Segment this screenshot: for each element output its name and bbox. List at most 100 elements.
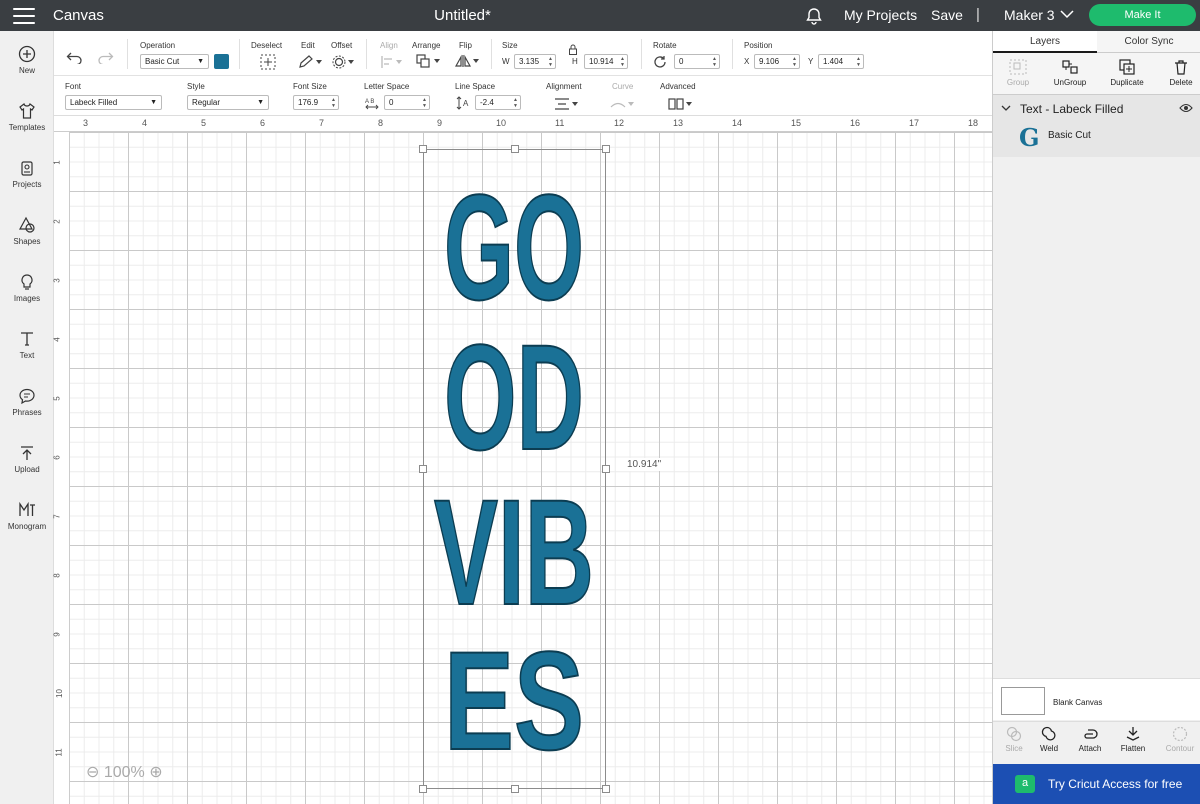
tab-color-sync[interactable]: Color Sync [1097, 31, 1200, 53]
undo-icon[interactable] [66, 50, 84, 64]
curve-icon[interactable] [610, 97, 636, 111]
offset-icon[interactable] [332, 55, 356, 69]
align-center-icon[interactable] [554, 97, 580, 111]
document-title[interactable]: Untitled* [0, 7, 925, 24]
height-field[interactable]: 10.914 ▲ ▼ [584, 54, 628, 69]
width-field[interactable]: 3.135 ▲ ▼ [514, 54, 556, 69]
size-label: Size [502, 41, 518, 50]
chevron-down-icon[interactable] [1060, 9, 1074, 19]
ruler-tick-label: 15 [791, 118, 802, 128]
resize-handle-bottom-left[interactable] [419, 785, 427, 793]
letter-space-field[interactable]: 0 ▲ ▼ [384, 95, 430, 110]
advanced-icon[interactable] [668, 97, 694, 111]
operation-select[interactable]: Basic Cut ▼ [140, 54, 209, 69]
cricut-access-banner[interactable]: a Try Cricut Access for free [993, 764, 1200, 804]
eye-icon[interactable] [1179, 103, 1193, 113]
operation-color-swatch[interactable] [214, 54, 229, 69]
sidebar-item-templates[interactable]: Templates [0, 102, 54, 132]
position-y-field[interactable]: 1.404 ▲ ▼ [818, 54, 864, 69]
flatten-label: Flatten [1120, 744, 1146, 753]
duplicate-label: Duplicate [1110, 78, 1144, 87]
font-select[interactable]: Labeck Filled ▼ [65, 95, 162, 110]
stepper-icon[interactable]: ▲ ▼ [513, 97, 518, 109]
ungroup-button[interactable]: UnGroup [1045, 59, 1095, 87]
stepper-icon[interactable]: ▲ ▼ [422, 97, 427, 109]
sidebar-item-phrases[interactable]: Phrases [0, 387, 54, 417]
deselect-icon[interactable] [260, 54, 276, 70]
resize-handle-top-right[interactable] [602, 145, 610, 153]
make-it-button[interactable]: Make It [1089, 4, 1196, 26]
lock-icon[interactable] [568, 44, 578, 55]
flip-icon[interactable] [455, 54, 481, 68]
sidebar-item-text[interactable]: Text [0, 330, 54, 360]
ruler-tick-label: 16 [850, 118, 861, 128]
letter-space-value: 0 [389, 98, 394, 107]
save-button[interactable]: Save [931, 7, 963, 23]
stepper-icon[interactable]: ▲ ▼ [548, 56, 553, 68]
sidebar-item-images[interactable]: Images [0, 273, 54, 303]
line-space-field[interactable]: -2.4 ▲ ▼ [475, 95, 521, 110]
stepper-icon[interactable]: ▲ ▼ [792, 56, 797, 68]
font-size-field[interactable]: 176.9 ▲ ▼ [293, 95, 339, 110]
contour-button[interactable]: Contour [1159, 726, 1200, 753]
blank-canvas-layer[interactable]: Blank Canvas [993, 678, 1200, 720]
edit-pen-icon[interactable] [298, 55, 322, 69]
sidebar-item-monogram[interactable]: Monogram [0, 501, 54, 531]
group-button[interactable]: Group [993, 59, 1043, 87]
rotate-icon[interactable] [653, 55, 667, 69]
delete-button[interactable]: Delete [1156, 59, 1200, 87]
resize-handle-right[interactable] [602, 465, 610, 473]
operation-label: Operation [140, 41, 176, 50]
width-value: 3.135 [519, 57, 540, 66]
operation-value: Basic Cut [145, 57, 180, 66]
redo-icon[interactable] [96, 50, 114, 64]
zoom-in-icon[interactable]: ⊕ [149, 764, 162, 781]
ruler-tick-label: 17 [909, 118, 920, 128]
ruler-tick-label: 5 [52, 396, 62, 401]
align-icon[interactable] [380, 55, 404, 69]
sidebar-item-label: Shapes [13, 237, 41, 246]
resize-handle-bottom-right[interactable] [602, 785, 610, 793]
resize-handle-bottom[interactable] [511, 785, 519, 793]
style-value: Regular [192, 98, 221, 107]
sidebar-item-projects[interactable]: Projects [0, 159, 54, 189]
selection-box[interactable] [419, 145, 610, 793]
toolbar-divider [366, 39, 367, 69]
style-select[interactable]: Regular ▼ [187, 95, 269, 110]
stepper-icon[interactable]: ▲ ▼ [712, 56, 717, 68]
weld-button[interactable]: Weld [1028, 726, 1070, 753]
stepper-icon[interactable]: ▲ ▼ [331, 97, 336, 109]
rotate-label: Rotate [653, 41, 677, 50]
zoom-out-icon[interactable]: ⊖ [86, 764, 99, 781]
tab-layers[interactable]: Layers [993, 31, 1097, 53]
layer-item[interactable]: G Basic Cut [993, 121, 1200, 157]
duplicate-icon [1119, 59, 1135, 75]
machine-selector[interactable]: Maker 3 [1004, 7, 1055, 23]
my-projects-link[interactable]: My Projects [844, 7, 917, 23]
stepper-icon[interactable]: ▲ ▼ [620, 56, 625, 68]
arrange-icon[interactable] [416, 54, 442, 68]
resize-handle-left[interactable] [419, 465, 427, 473]
design-canvas[interactable]: GO OD VIB ES 10.914" [70, 132, 992, 804]
notification-bell-icon[interactable] [805, 7, 823, 25]
resize-handle-top-left[interactable] [419, 145, 427, 153]
rotate-field[interactable]: 0 ▲ ▼ [674, 54, 720, 69]
duplicate-button[interactable]: Duplicate [1102, 59, 1152, 87]
blank-canvas-label: Blank Canvas [1053, 698, 1103, 707]
position-x-field[interactable]: 9.106 ▲ ▼ [754, 54, 800, 69]
zoom-control[interactable]: ⊖ 100% ⊕ [86, 762, 163, 782]
ruler-tick-label: 2 [52, 219, 62, 224]
blank-canvas-swatch[interactable] [1001, 687, 1045, 715]
chevron-down-icon[interactable] [1001, 104, 1011, 112]
ruler-tick-label: 6 [52, 455, 62, 460]
sidebar-item-shapes[interactable]: Shapes [0, 216, 54, 246]
flatten-button[interactable]: Flatten [1112, 726, 1154, 753]
layer-group[interactable]: Text - Labeck Filled G Basic Cut [993, 95, 1200, 157]
stepper-icon[interactable]: ▲ ▼ [856, 56, 861, 68]
arrange-label: Arrange [412, 41, 441, 50]
svg-text:A: A [463, 99, 469, 108]
sidebar-item-new[interactable]: New [0, 45, 54, 75]
attach-button[interactable]: Attach [1069, 726, 1111, 753]
resize-handle-top[interactable] [511, 145, 519, 153]
sidebar-item-upload[interactable]: Upload [0, 444, 54, 474]
